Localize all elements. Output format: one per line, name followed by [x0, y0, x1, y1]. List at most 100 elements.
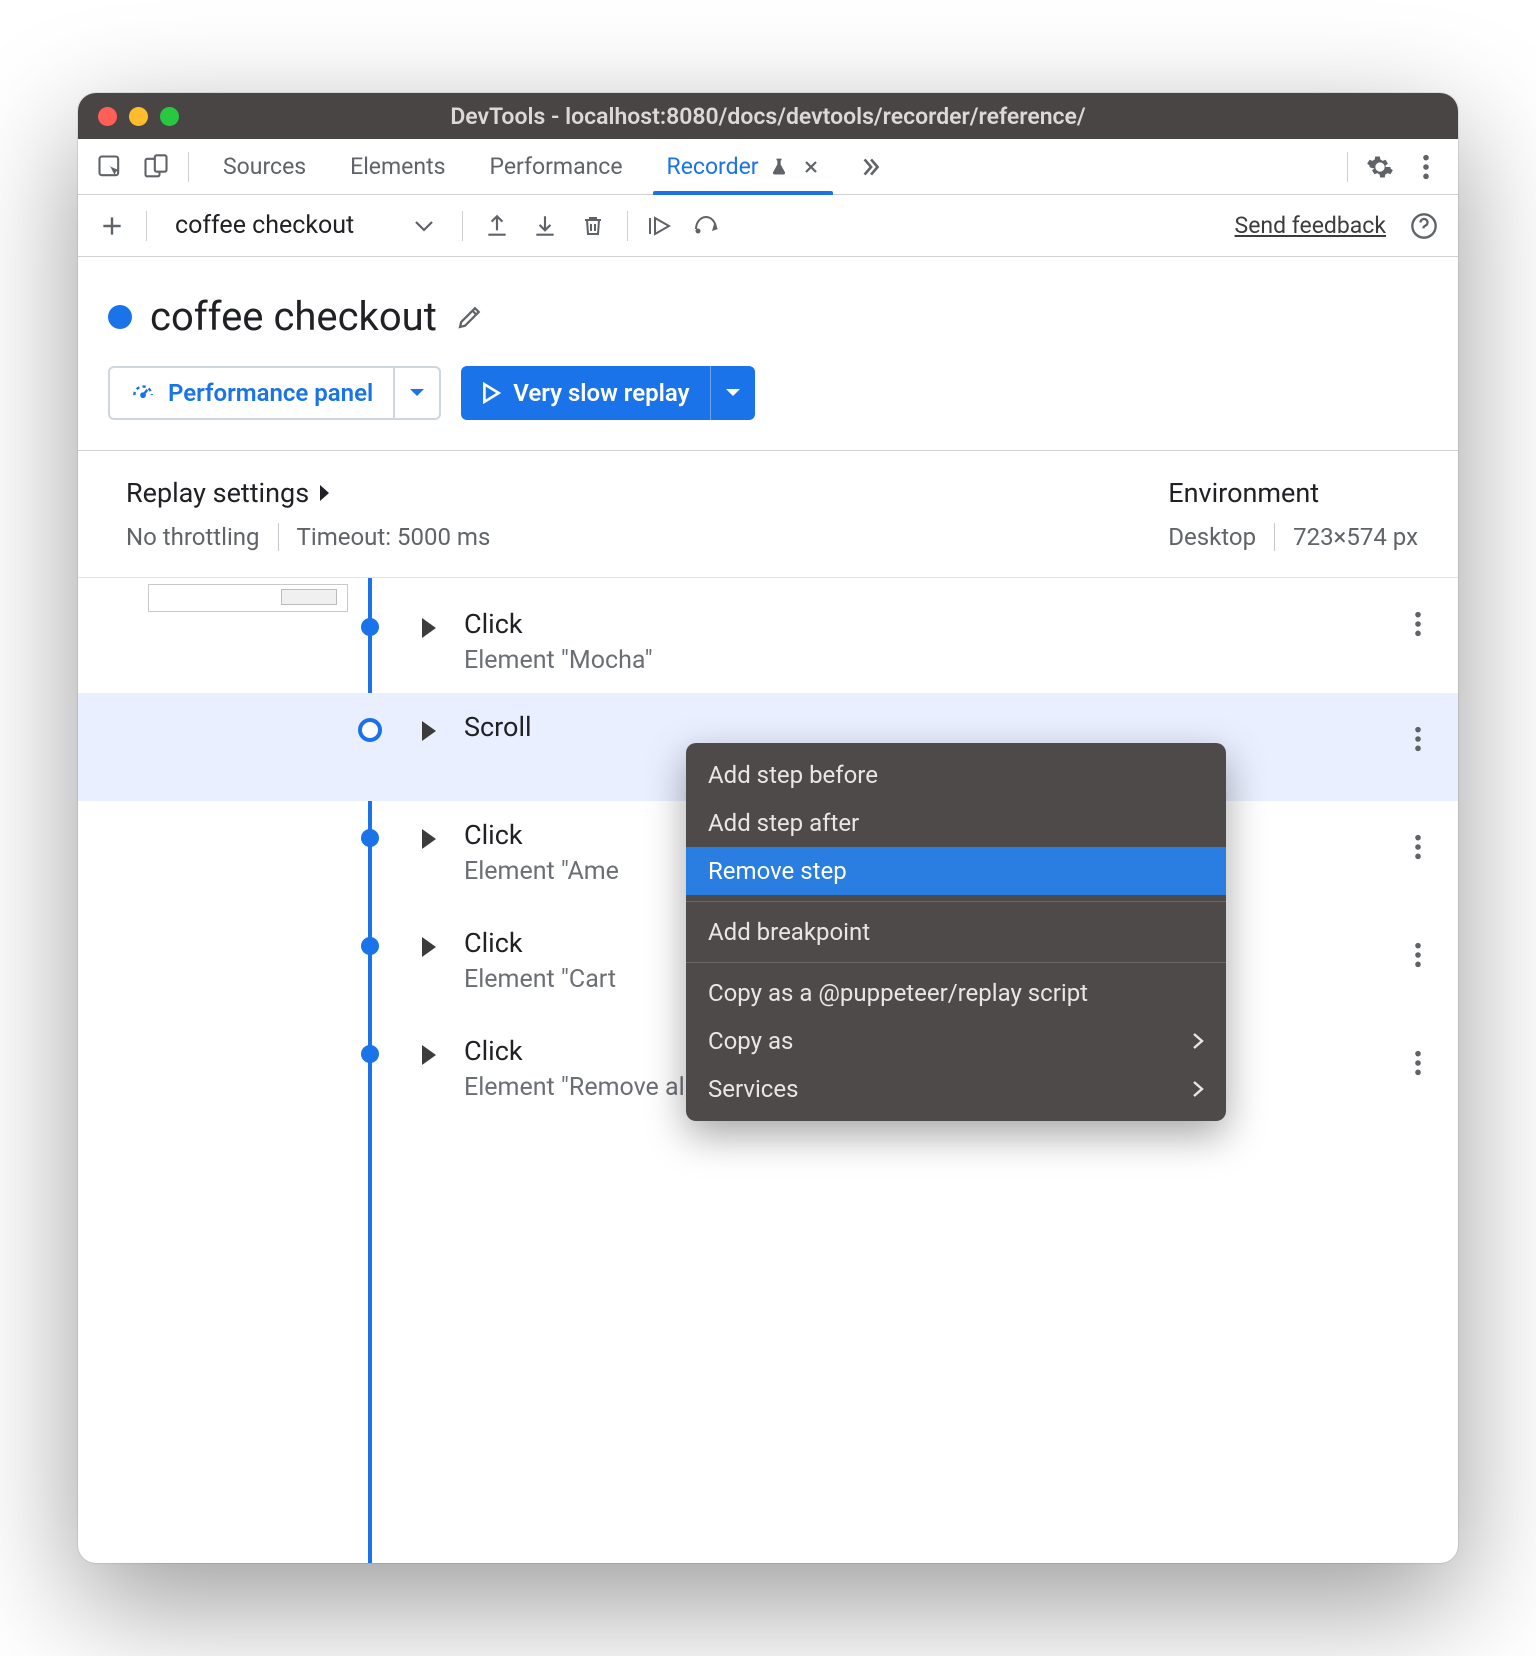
delete-icon[interactable] — [573, 206, 613, 246]
send-feedback-link[interactable]: Send feedback — [1235, 212, 1386, 239]
settings-gear-icon[interactable] — [1360, 147, 1400, 187]
more-vert-icon[interactable] — [1406, 147, 1446, 187]
tab-label: Elements — [350, 153, 445, 180]
continue-icon[interactable] — [642, 206, 682, 246]
ctx-add-step-after[interactable]: Add step after — [686, 799, 1226, 847]
button-label: Very slow replay — [513, 379, 689, 407]
replay-settings-toggle[interactable]: Replay settings — [126, 477, 1168, 509]
step-name: Scroll — [418, 711, 1428, 743]
expand-caret-icon[interactable] — [422, 937, 436, 957]
timeline-node — [361, 829, 379, 847]
tab-recorder[interactable]: Recorder — [645, 139, 841, 194]
recording-title: coffee checkout — [150, 293, 437, 340]
expand-caret-icon[interactable] — [422, 1045, 436, 1065]
step-icon[interactable] — [690, 206, 730, 246]
separator — [462, 211, 463, 241]
timeline-node — [361, 618, 379, 636]
throttling-value: No throttling — [126, 523, 260, 551]
tabs-overflow-icon[interactable] — [847, 154, 893, 180]
experiment-icon — [769, 156, 789, 178]
recording-header: coffee checkout Performance panel — [78, 257, 1458, 451]
ctx-copy-as[interactable]: Copy as — [686, 1017, 1226, 1065]
section-title: Replay settings — [126, 477, 309, 509]
timeout-value: Timeout: 5000 ms — [297, 523, 491, 551]
step-name: Click — [418, 608, 1428, 640]
play-icon — [481, 382, 501, 404]
timeline-node — [361, 937, 379, 955]
recording-name: coffee checkout — [175, 211, 354, 240]
window-titlebar: DevTools - localhost:8080/docs/devtools/… — [78, 93, 1458, 139]
ctx-remove-step[interactable]: Remove step — [686, 847, 1226, 895]
separator — [627, 211, 628, 241]
help-icon[interactable] — [1404, 206, 1444, 246]
steps-timeline: Click Element "Mocha" Scroll Click Eleme… — [78, 577, 1458, 1563]
ctx-add-breakpoint[interactable]: Add breakpoint — [686, 908, 1226, 956]
chevron-right-icon — [1192, 1080, 1204, 1098]
menu-divider — [686, 962, 1226, 963]
timeline-node — [358, 718, 382, 742]
maximize-window-button[interactable] — [160, 107, 179, 126]
minimize-window-button[interactable] — [129, 107, 148, 126]
separator — [1274, 523, 1275, 551]
close-tab-icon[interactable] — [803, 159, 819, 175]
ctx-copy-puppeteer[interactable]: Copy as a @puppeteer/replay script — [686, 969, 1226, 1017]
new-recording-icon[interactable] — [92, 206, 132, 246]
dimensions-value: 723×574 px — [1293, 523, 1418, 551]
recording-selector[interactable]: coffee checkout — [161, 211, 448, 240]
tab-label: Performance — [489, 153, 622, 180]
tab-elements[interactable]: Elements — [328, 139, 467, 194]
edit-title-icon[interactable] — [455, 302, 485, 332]
replay-dropdown-caret[interactable] — [711, 366, 755, 420]
traffic-lights — [98, 107, 179, 126]
tab-label: Recorder — [667, 153, 759, 180]
chevron-down-icon — [414, 219, 434, 233]
separator — [188, 152, 189, 182]
ctx-services[interactable]: Services — [686, 1065, 1226, 1113]
expand-caret-icon[interactable] — [422, 829, 436, 849]
tab-performance[interactable]: Performance — [467, 139, 644, 194]
step-menu-icon[interactable] — [1414, 725, 1422, 753]
close-window-button[interactable] — [98, 107, 117, 126]
device-toolbar-icon[interactable] — [136, 147, 176, 187]
tab-sources[interactable]: Sources — [201, 139, 328, 194]
menu-label: Add breakpoint — [708, 918, 870, 946]
separator — [278, 523, 279, 551]
menu-label: Copy as a @puppeteer/replay script — [708, 979, 1088, 1007]
device-value: Desktop — [1168, 523, 1256, 551]
chevron-right-icon — [1192, 1032, 1204, 1050]
performance-panel-button[interactable]: Performance panel — [108, 366, 441, 420]
window-title: DevTools - localhost:8080/docs/devtools/… — [78, 103, 1458, 130]
expand-caret-icon[interactable] — [422, 618, 436, 638]
menu-divider — [686, 901, 1226, 902]
recorder-toolbar: coffee checkout Send feedback — [78, 195, 1458, 257]
menu-label: Copy as — [708, 1027, 793, 1055]
expand-caret-icon[interactable] — [422, 721, 436, 741]
import-icon[interactable] — [477, 206, 517, 246]
ctx-add-step-before[interactable]: Add step before — [686, 751, 1226, 799]
menu-label: Services — [708, 1075, 798, 1103]
devtools-tabbar: Sources Elements Performance Recorder — [78, 139, 1458, 195]
context-menu: Add step before Add step after Remove st… — [686, 743, 1226, 1121]
devtools-window: DevTools - localhost:8080/docs/devtools/… — [78, 93, 1458, 1563]
inspect-element-icon[interactable] — [90, 147, 130, 187]
perf-dropdown-caret[interactable] — [395, 368, 439, 418]
step-row[interactable]: Click Element "Mocha" — [78, 578, 1458, 693]
step-menu-icon[interactable] — [1414, 610, 1422, 638]
menu-label: Remove step — [708, 857, 847, 885]
menu-label: Add step before — [708, 761, 878, 789]
tab-label: Sources — [223, 153, 306, 180]
gauge-icon — [130, 380, 156, 406]
recording-status-dot — [108, 305, 132, 329]
menu-label: Add step after — [708, 809, 859, 837]
step-menu-icon[interactable] — [1414, 833, 1422, 861]
replay-button[interactable]: Very slow replay — [461, 366, 754, 420]
step-menu-icon[interactable] — [1414, 941, 1422, 969]
step-detail: Element "Mocha" — [418, 646, 1428, 675]
timeline-node — [361, 1045, 379, 1063]
separator — [1347, 152, 1348, 182]
export-icon[interactable] — [525, 206, 565, 246]
button-label: Performance panel — [168, 379, 373, 407]
panel-tabs: Sources Elements Performance Recorder — [201, 139, 841, 194]
step-menu-icon[interactable] — [1414, 1049, 1422, 1077]
chevron-right-icon — [319, 484, 331, 502]
